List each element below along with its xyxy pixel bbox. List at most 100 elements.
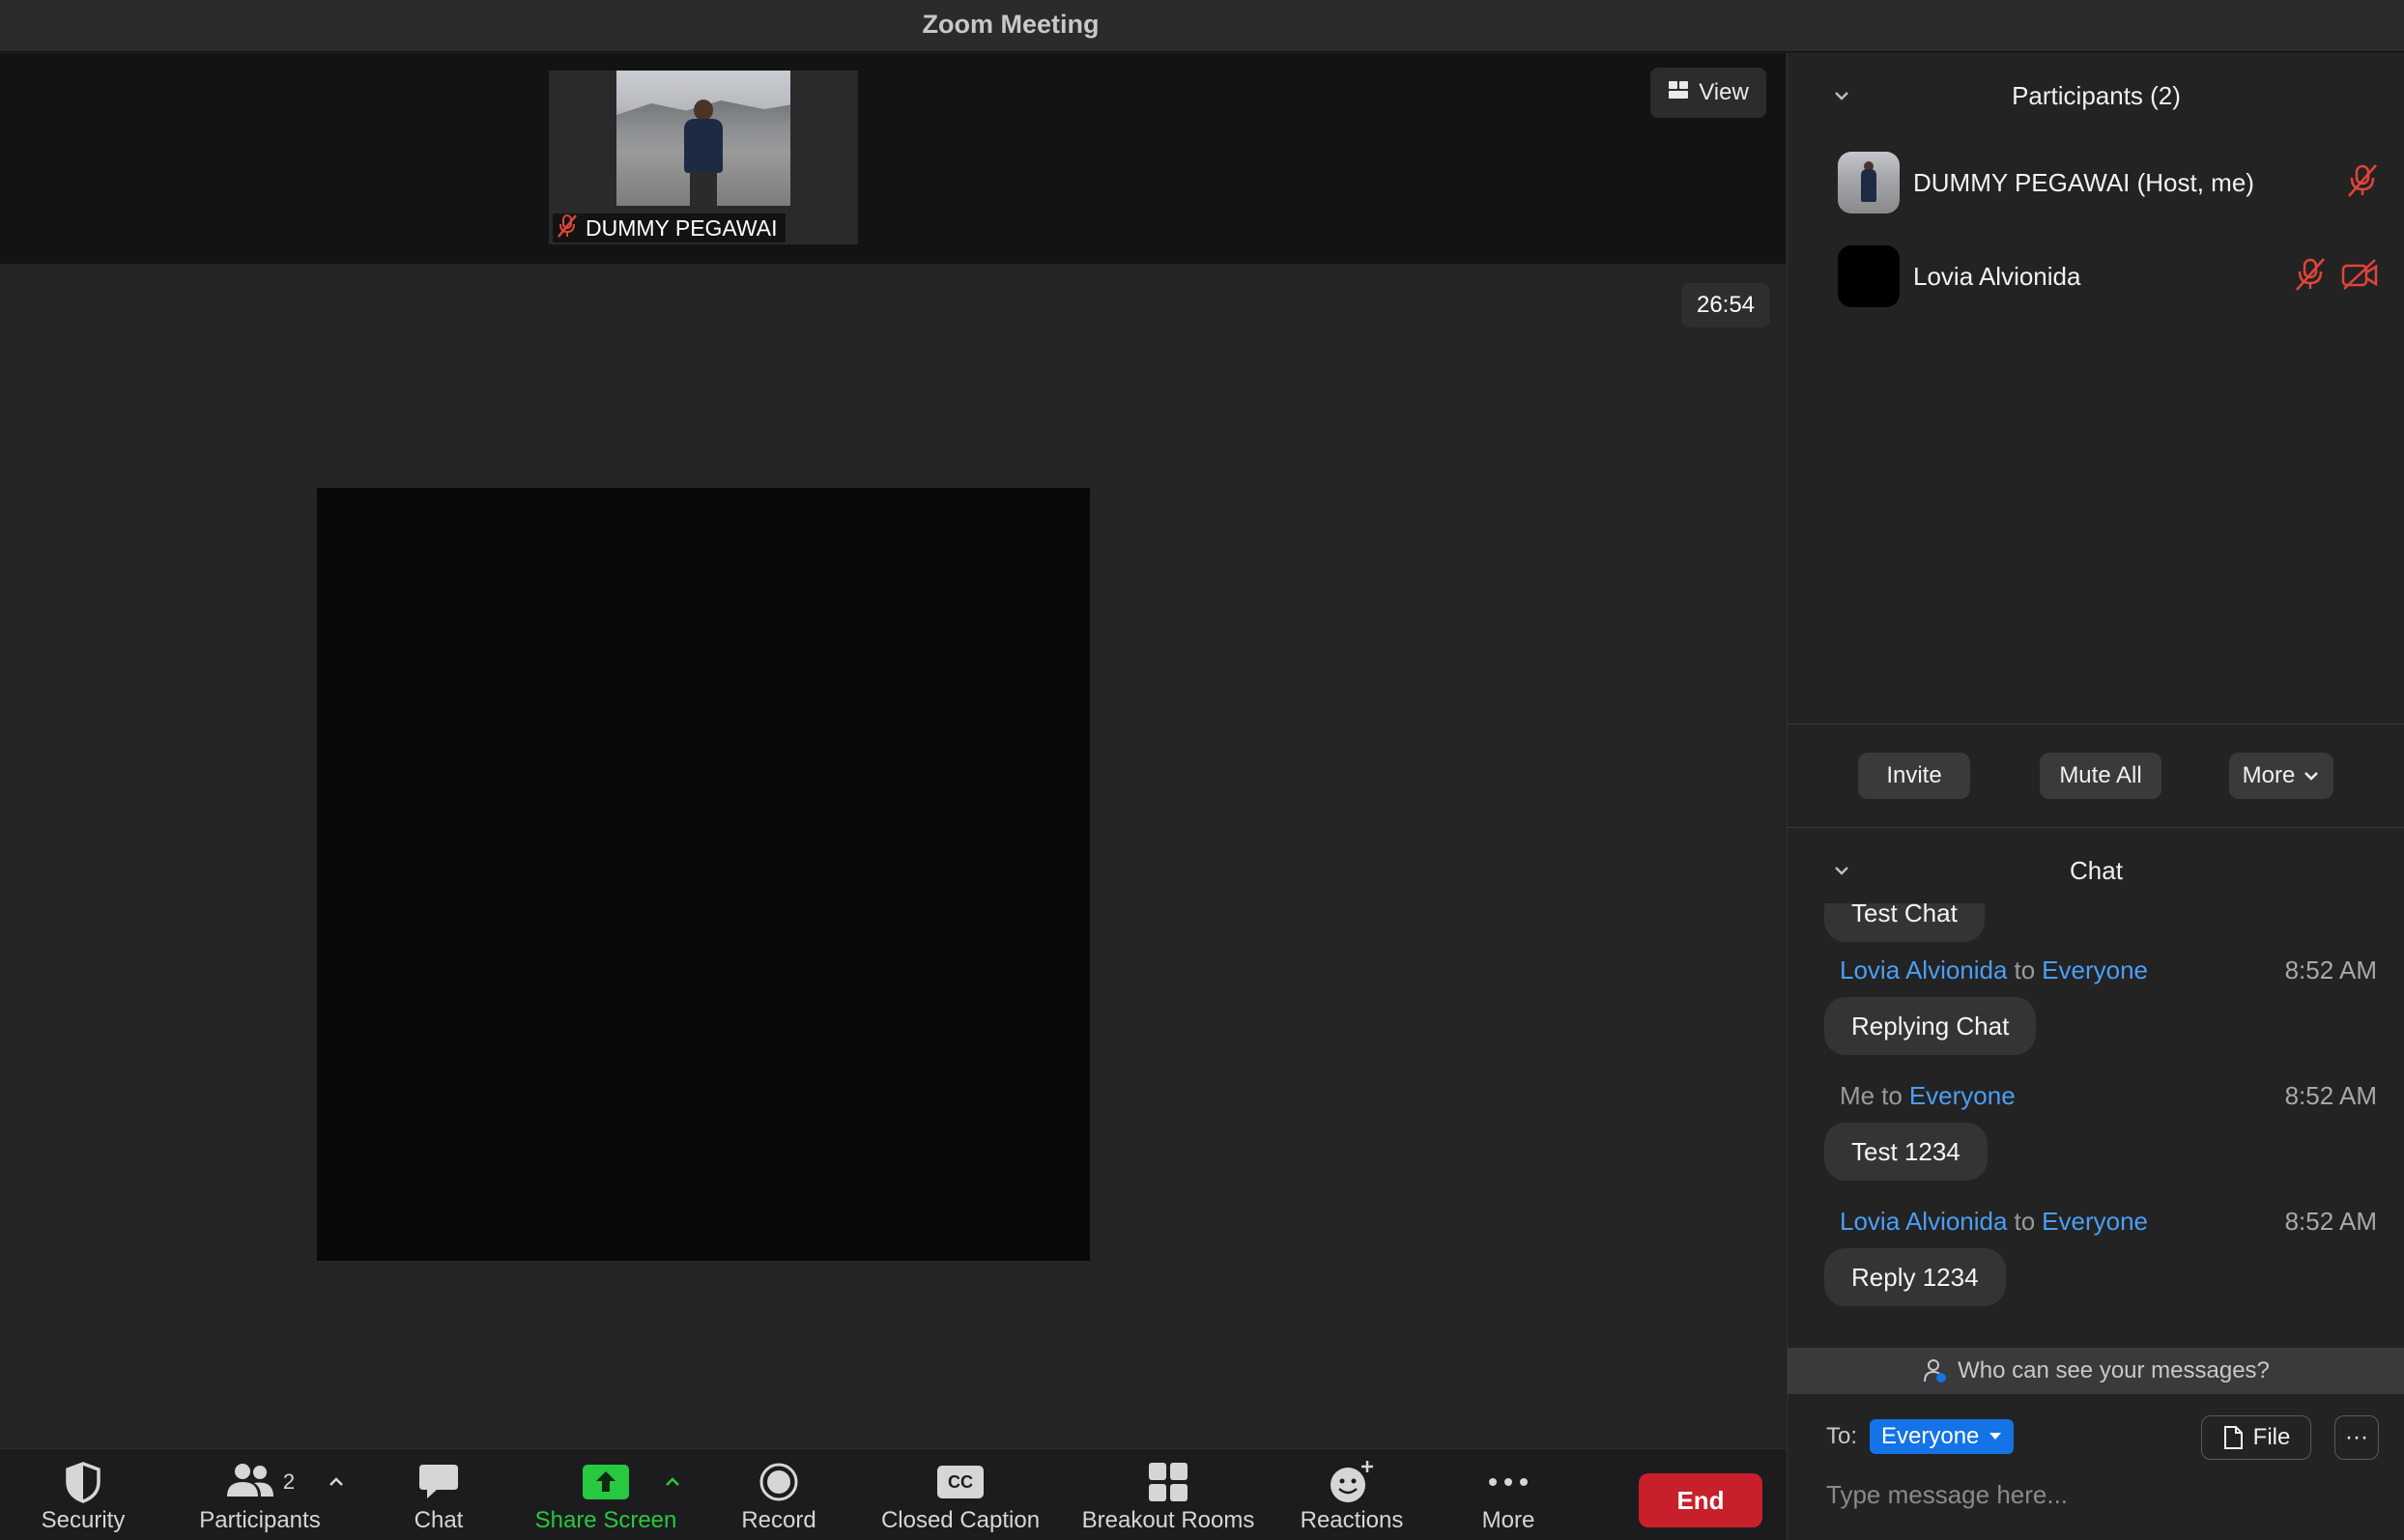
message-time: 8:52 AM	[2284, 955, 2377, 984]
participants-more-label: More	[2242, 762, 2296, 788]
participants-caret-icon[interactable]	[327, 1472, 346, 1492]
muted-mic-icon[interactable]	[2346, 163, 2379, 203]
reactions-label: Reactions	[1300, 1507, 1404, 1533]
caret-down-icon	[1989, 1433, 2002, 1440]
file-button[interactable]: File	[2201, 1415, 2311, 1460]
end-meeting-button[interactable]: End	[1639, 1473, 1762, 1527]
chat-recipient-row: To: Everyone File ···	[1788, 1415, 2404, 1460]
share-screen-label: Share Screen	[534, 1507, 677, 1533]
thumbnail-label: DUMMY PEGAWAI	[553, 214, 786, 242]
participants-count: 2	[282, 1469, 296, 1494]
chat-header: Chat	[1788, 845, 2404, 896]
active-speaker-video	[317, 488, 1090, 1261]
avatar	[1838, 152, 1900, 214]
message-to-word: to	[1881, 1080, 1903, 1110]
message-target[interactable]: Everyone	[1909, 1081, 2016, 1111]
side-panel: Participants (2) DUMMY PEGAWAI (Host, me…	[1787, 53, 2404, 1540]
title-bar: Zoom Meeting	[0, 0, 2404, 52]
chat-message-list[interactable]: Test Chat Lovia Alvionida to Everyone 8:…	[1788, 903, 2404, 1348]
more-label: More	[1481, 1507, 1535, 1533]
message-to-word: to	[2014, 1206, 2036, 1236]
chat-message-input[interactable]	[1826, 1473, 2377, 1516]
participants-more-button[interactable]: More	[2229, 753, 2333, 799]
security-label: Security	[41, 1507, 126, 1533]
share-screen-icon	[583, 1459, 629, 1505]
mute-all-button[interactable]: Mute All	[2040, 753, 2161, 799]
chat-collapse-icon[interactable]	[1832, 861, 1851, 880]
participants-actions: Invite Mute All More	[1788, 724, 2404, 828]
avatar	[1838, 245, 1900, 307]
who-can-see-label: Who can see your messages?	[1958, 1357, 2270, 1383]
video-off-icon[interactable]	[2340, 258, 2379, 296]
meeting-toolbar: Security 2 Participants Chat Share Scree…	[0, 1448, 1786, 1540]
thumbnail-video	[616, 71, 790, 206]
chat-message-header: Me to Everyone 8:52 AM	[1840, 1079, 2377, 1112]
more-button[interactable]: More	[1469, 1459, 1548, 1540]
meeting-area: DUMMY PEGAWAI View 26:54	[0, 53, 1786, 1448]
closed-caption-button[interactable]: CC Closed Caption	[875, 1459, 1045, 1540]
to-label: To:	[1826, 1423, 1858, 1449]
invite-button[interactable]: Invite	[1858, 753, 1970, 799]
record-button[interactable]: Record	[732, 1459, 825, 1540]
message-sender[interactable]: Lovia Alvionida	[1840, 955, 2007, 985]
message-target[interactable]: Everyone	[2042, 955, 2148, 985]
chevron-down-icon	[2304, 772, 2319, 781]
chat-message-bubble: Replying Chat	[1824, 997, 2037, 1055]
file-icon	[2223, 1426, 2243, 1449]
record-icon	[758, 1459, 799, 1505]
closed-caption-icon: CC	[937, 1459, 984, 1505]
reactions-button[interactable]: Reactions	[1291, 1459, 1413, 1540]
who-can-see-button[interactable]: Who can see your messages?	[1788, 1348, 2404, 1394]
message-to-word: to	[2014, 955, 2036, 984]
breakout-rooms-icon	[1148, 1459, 1188, 1505]
chat-message-bubble: Test Chat	[1824, 903, 1985, 942]
participant-name: Lovia Alvionida	[1913, 261, 2081, 291]
people-icon	[225, 1462, 275, 1503]
grid-view-icon	[1668, 79, 1689, 106]
chat-title: Chat	[2070, 855, 2123, 885]
security-button[interactable]: Security	[35, 1459, 131, 1540]
view-label: View	[1699, 79, 1749, 105]
more-dots-icon	[1487, 1459, 1530, 1505]
share-screen-caret-icon[interactable]	[663, 1472, 682, 1492]
chat-button[interactable]: Chat	[400, 1459, 477, 1540]
participants-icon-group: 2	[225, 1459, 295, 1505]
chat-message-header: Lovia Alvionida to Everyone 8:52 AM	[1840, 1205, 2377, 1238]
thumbnail-strip: DUMMY PEGAWAI View	[0, 53, 1786, 264]
participants-button[interactable]: 2 Participants	[191, 1459, 329, 1540]
meeting-timer: 26:54	[1681, 283, 1770, 328]
chat-message-bubble: Test 1234	[1824, 1123, 1988, 1181]
reactions-icon	[1329, 1459, 1375, 1505]
participant-name: DUMMY PEGAWAI (Host, me)	[1913, 167, 2254, 197]
chat-more-button[interactable]: ···	[2334, 1415, 2379, 1460]
share-screen-button[interactable]: Share Screen	[528, 1459, 684, 1540]
muted-mic-icon	[557, 214, 578, 243]
participants-collapse-icon[interactable]	[1832, 86, 1851, 105]
thumbnail-name: DUMMY PEGAWAI	[586, 214, 778, 241]
breakout-rooms-label: Breakout Rooms	[1081, 1507, 1255, 1533]
shield-icon	[64, 1459, 102, 1505]
chat-label: Chat	[414, 1507, 464, 1533]
person-info-icon	[1924, 1359, 1947, 1383]
message-time: 8:52 AM	[2284, 1080, 2377, 1110]
closed-caption-label: Closed Caption	[880, 1507, 1041, 1533]
participants-title: Participants (2)	[2012, 80, 2181, 110]
message-sender[interactable]: Lovia Alvionida	[1840, 1207, 2007, 1237]
chat-message-bubble: Reply 1234	[1824, 1248, 2006, 1306]
view-button[interactable]: View	[1650, 68, 1766, 118]
file-label: File	[2252, 1424, 2291, 1450]
window-title: Zoom Meeting	[922, 10, 1100, 39]
participant-row[interactable]: Lovia Alvionida	[1838, 245, 2379, 307]
muted-mic-icon[interactable]	[2294, 257, 2327, 297]
participants-label: Participants	[199, 1507, 321, 1533]
chat-bubble-icon	[417, 1459, 460, 1505]
message-sender: Me	[1840, 1080, 1875, 1110]
message-target[interactable]: Everyone	[2042, 1207, 2148, 1237]
participant-row[interactable]: DUMMY PEGAWAI (Host, me)	[1838, 152, 2379, 214]
participant-thumbnail[interactable]: DUMMY PEGAWAI	[549, 71, 858, 244]
breakout-rooms-button[interactable]: Breakout Rooms	[1076, 1459, 1260, 1540]
recipient-select[interactable]: Everyone	[1870, 1419, 2015, 1454]
recipient-value: Everyone	[1881, 1423, 1980, 1449]
chat-message-header: Lovia Alvionida to Everyone 8:52 AM	[1840, 954, 2377, 986]
record-label: Record	[741, 1507, 816, 1533]
